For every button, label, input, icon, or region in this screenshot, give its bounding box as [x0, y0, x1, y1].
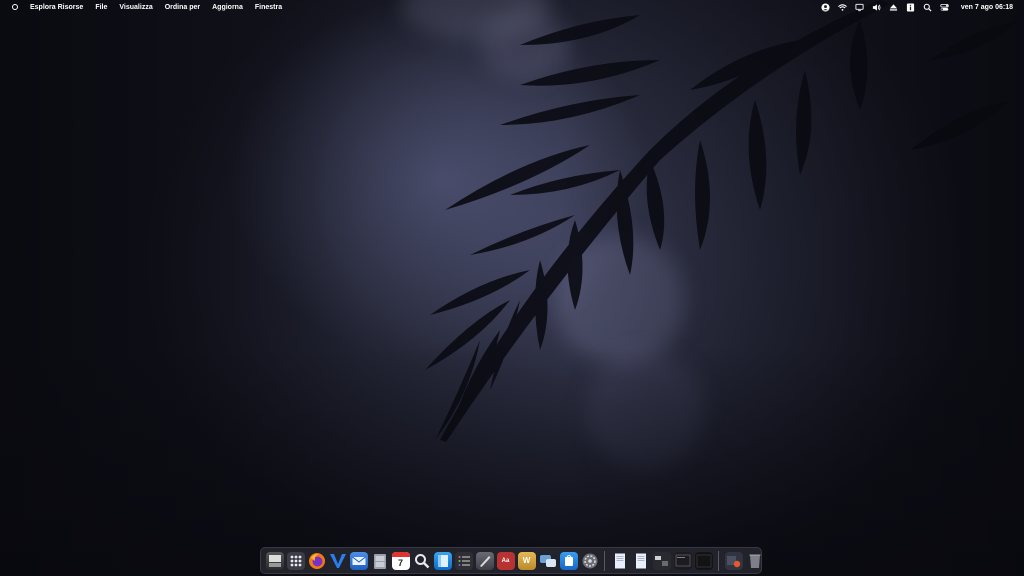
dock-system-preferences-icon[interactable] [581, 552, 599, 570]
menu-window[interactable]: Finestra [255, 4, 282, 11]
desktop-wallpaper [0, 0, 1024, 576]
dictionary-label: Aa [501, 557, 510, 564]
dock-mail-icon[interactable] [349, 551, 368, 570]
dock-dictionary-icon[interactable]: Aa [496, 551, 515, 570]
dock-downloads-stack-icon[interactable] [724, 551, 743, 570]
calendar-date: 7 [397, 557, 403, 568]
dock-vivaldi-icon[interactable] [329, 552, 347, 570]
app-menu[interactable]: Esplora Risorse [30, 4, 83, 11]
display-icon[interactable] [854, 1, 866, 13]
control-center-icon[interactable] [939, 1, 951, 13]
eject-icon[interactable] [888, 1, 900, 13]
dock-separator [718, 550, 719, 571]
dock-word-icon[interactable]: W [517, 551, 536, 570]
dock-trash-icon[interactable] [746, 552, 764, 570]
word-label: W [522, 556, 531, 565]
dock-file-cabinet-icon[interactable] [371, 552, 389, 570]
dock-spotlight-icon[interactable] [413, 552, 431, 570]
user-icon[interactable] [820, 1, 832, 13]
dock-calendar-icon[interactable]: 7 [391, 551, 410, 570]
dock-window-preview-2-icon[interactable] [673, 551, 692, 570]
dock-app-store-icon[interactable] [559, 551, 578, 570]
dock-separator [604, 550, 605, 571]
apple-menu-icon[interactable] [12, 4, 18, 10]
dock-messages-icon[interactable] [539, 552, 557, 570]
dock-window-preview-3-icon[interactable] [694, 551, 713, 570]
dock: 7 Aa W [260, 547, 762, 574]
menu-view[interactable]: Visualizza [119, 4, 152, 11]
search-icon[interactable] [922, 1, 934, 13]
menu-bar: Esplora Risorse File Visualizza Ordina p… [0, 0, 1024, 14]
menu-refresh[interactable]: Aggiorna [212, 4, 243, 11]
dock-document-2-icon[interactable] [632, 552, 650, 570]
volume-icon[interactable] [871, 1, 883, 13]
dock-firefox-icon[interactable] [308, 552, 326, 570]
menu-sort-by[interactable]: Ordina per [165, 4, 200, 11]
menu-file[interactable]: File [95, 4, 107, 11]
dock-document-1-icon[interactable] [611, 552, 629, 570]
dock-notes-blue-icon[interactable] [433, 551, 452, 570]
vignette [0, 0, 1024, 576]
dock-tasks-icon[interactable] [454, 551, 473, 570]
menu-bar-left: Esplora Risorse File Visualizza Ordina p… [0, 0, 294, 14]
wifi-icon[interactable] [837, 1, 849, 13]
calendar-header [391, 551, 410, 557]
dock-script-editor-icon[interactable] [475, 551, 494, 570]
status-area: ven 7 ago 06:18 [815, 0, 1013, 14]
dock-finder-icon[interactable] [265, 551, 284, 570]
info-icon[interactable] [905, 1, 917, 13]
menu-bar-clock[interactable]: ven 7 ago 06:18 [961, 4, 1013, 11]
dock-window-preview-1-icon[interactable] [652, 551, 671, 570]
dock-launchpad-icon[interactable] [286, 551, 305, 570]
